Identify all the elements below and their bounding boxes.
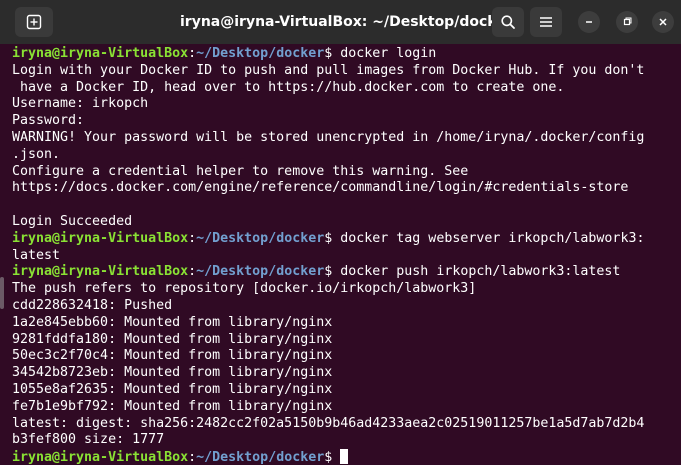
output-line: 9281fddfa180: Mounted from library/nginx [12, 331, 333, 347]
prompt-user-host: iryna@iryna-VirtualBox [12, 230, 189, 246]
output-line: Password: [12, 113, 85, 129]
prompt-colon: : [188, 46, 197, 61]
prompt-dollar: $ [324, 230, 341, 246]
search-button[interactable] [492, 7, 524, 37]
search-icon [501, 15, 515, 29]
prompt-colon: : [188, 264, 197, 280]
title-bar: iryna@iryna-VirtualBox: ~/Desktop/docker [0, 0, 681, 44]
command-text: docker login [340, 46, 437, 61]
prompt-line: iryna@iryna-VirtualBox:~/Desktop/docker$… [12, 264, 644, 281]
prompt-user-host: iryna@iryna-VirtualBox [12, 264, 189, 280]
prompt-colon: : [188, 230, 197, 246]
prompt-user-host: iryna@iryna-VirtualBox [12, 450, 189, 465]
new-tab-icon [26, 14, 42, 30]
output-line: 50ec3c2f70c4: Mounted from library/nginx [12, 348, 333, 364]
prompt-path: ~/Desktop/docker [196, 264, 325, 280]
command-text: docker tag webserver irkopch/labwork3: [340, 230, 645, 246]
minimize-button[interactable] [578, 11, 600, 33]
prompt-line: iryna@iryna-VirtualBox:~/Desktop/docker$ [12, 449, 644, 465]
prompt-path: ~/Desktop/docker [196, 450, 325, 465]
prompt-path: ~/Desktop/docker [196, 46, 325, 61]
output-line: 1a2e845ebb60: Mounted from library/nginx [12, 314, 333, 330]
close-icon [659, 18, 667, 26]
output-line: b3fef800 size: 1777 [12, 432, 165, 448]
prompt-path: ~/Desktop/docker [196, 230, 325, 246]
terminal-window: iryna@iryna-VirtualBox: ~/Desktop/docker [0, 0, 681, 465]
text-cursor [340, 449, 349, 465]
prompt-colon: : [188, 450, 197, 465]
output-line: 34542b8723eb: Mounted from library/nginx [12, 365, 333, 381]
output-line: 1055e8af2635: Mounted from library/nginx [12, 381, 333, 397]
output-line: The push refers to repository [docker.io… [12, 281, 477, 297]
output-line: Username: irkopch [12, 96, 149, 112]
new-tab-button[interactable] [15, 7, 53, 37]
menu-button[interactable] [530, 7, 562, 37]
prompt-dollar: $ [324, 46, 341, 61]
maximize-button[interactable] [616, 11, 638, 33]
scrollbar-indicator[interactable] [0, 277, 4, 309]
window-title: iryna@iryna-VirtualBox: ~/Desktop/docker [180, 14, 513, 30]
output-line: fe7b1e9bf792: Mounted from library/nginx [12, 398, 333, 414]
close-button[interactable] [652, 11, 674, 33]
prompt-dollar: $ [324, 450, 341, 465]
prompt-line: iryna@iryna-VirtualBox:~/Desktop/docker$… [12, 46, 644, 63]
output-line: latest: digest: sha256:2482cc2f02a5150b9… [12, 415, 645, 431]
terminal-output: iryna@iryna-VirtualBox:~/Desktop/docker$… [12, 46, 644, 465]
hamburger-menu-icon [540, 17, 552, 27]
output-line: latest [12, 247, 61, 263]
output-line: .json. [12, 146, 61, 162]
output-line: https://docs.docker.com/engine/reference… [12, 180, 629, 196]
command-text: docker push irkopch/labwork3:latest [340, 264, 621, 280]
output-line: cdd228632418: Pushed [12, 297, 173, 313]
maximize-icon [623, 17, 632, 26]
prompt-dollar: $ [324, 264, 341, 280]
output-line: Configure a credential helper to remove … [12, 163, 469, 179]
prompt-user-host: iryna@iryna-VirtualBox [12, 46, 189, 61]
output-line: Login Succeeded [12, 213, 133, 229]
prompt-line: iryna@iryna-VirtualBox:~/Desktop/docker$… [12, 231, 644, 248]
output-line: Login with your Docker ID to push and pu… [12, 62, 645, 78]
output-line: WARNING! Your password will be stored un… [12, 129, 645, 145]
terminal-area[interactable]: iryna@iryna-VirtualBox:~/Desktop/docker$… [0, 44, 681, 465]
output-line: have a Docker ID, head over to https://h… [12, 79, 565, 95]
minimize-icon [586, 21, 592, 23]
